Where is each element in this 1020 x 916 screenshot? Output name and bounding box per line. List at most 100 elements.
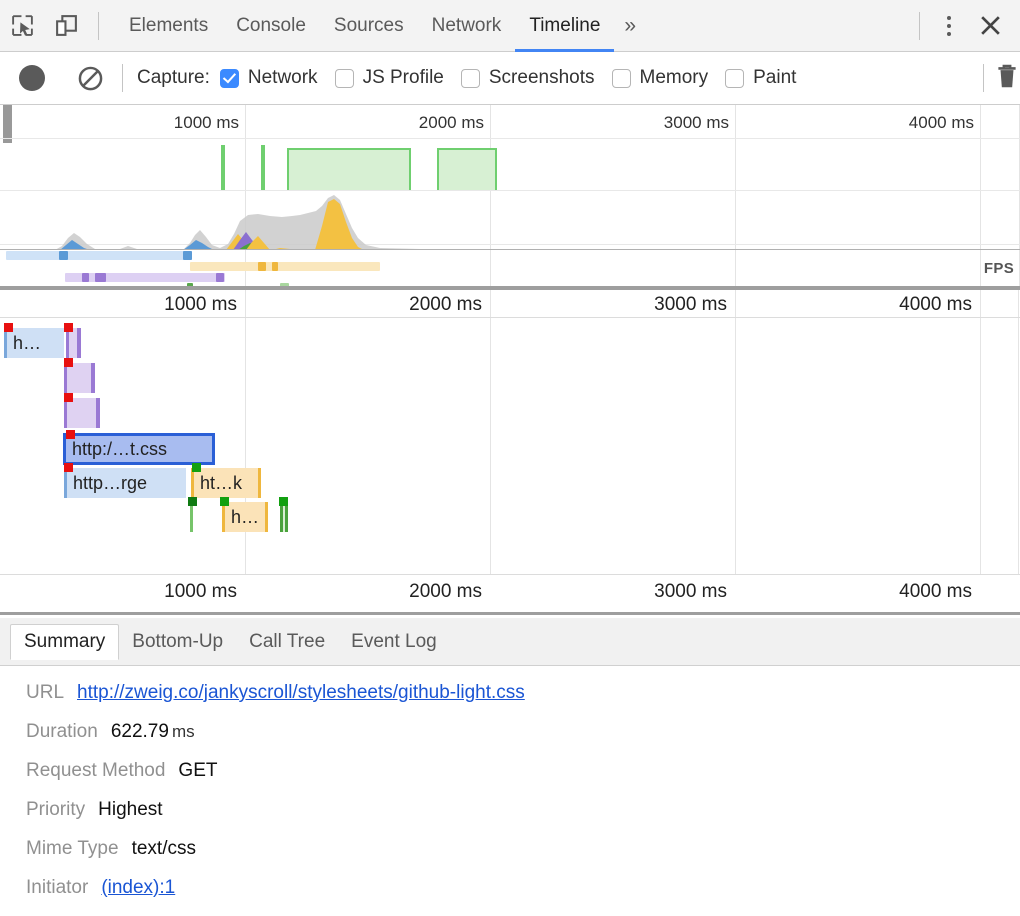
capture-option-memory[interactable]: Memory (612, 67, 709, 89)
overview-tick: 1000 ms (174, 113, 245, 133)
detail-key: Request Method (26, 760, 165, 782)
capture-option-network[interactable]: Network (220, 67, 318, 89)
tab-sources[interactable]: Sources (320, 0, 418, 52)
checkbox-memory[interactable] (612, 69, 631, 88)
tab-network[interactable]: Network (418, 0, 516, 52)
more-options-icon[interactable] (930, 4, 968, 48)
net-band-script (190, 262, 380, 271)
flamechart-event[interactable] (66, 328, 81, 358)
more-tabs-chevron-icon[interactable]: » (614, 0, 646, 52)
tab-bottom-up[interactable]: Bottom-Up (119, 625, 236, 659)
devtools-tabbar: Elements Console Sources Network Timelin… (0, 0, 1020, 52)
details-drawer: Summary Bottom-Up Call Tree Event Log UR… (0, 618, 1020, 916)
flamechart-event[interactable] (64, 398, 100, 428)
fps-frame-bar (261, 145, 265, 190)
net-band-stylesheet-body (95, 273, 106, 282)
close-icon[interactable] (968, 4, 1012, 48)
flamechart-event[interactable]: h… (4, 328, 64, 358)
clear-no-entry-icon[interactable] (68, 56, 112, 100)
capture-label: Capture: (137, 67, 210, 89)
flamechart-event-label: http:/…t.css (66, 439, 167, 460)
flamechart-gridline (735, 290, 736, 615)
flamechart-tick: 4000 ms (899, 294, 980, 316)
device-toolbar-icon[interactable] (44, 4, 88, 48)
overview-tick: 3000 ms (664, 113, 735, 133)
capture-option-js-profile-label: JS Profile (363, 67, 444, 89)
capture-option-paint[interactable]: Paint (725, 67, 796, 89)
flamechart-tick: 4000 ms (899, 581, 980, 603)
event-warning-marker (4, 323, 13, 332)
flamechart-event-label: http…rge (67, 473, 147, 494)
net-band-document-body (59, 251, 68, 260)
detail-value-url-link[interactable]: http://zweig.co/jankyscroll/stylesheets/… (77, 682, 525, 704)
capture-divider-right (983, 64, 984, 92)
flamechart-thin-event[interactable] (280, 502, 288, 532)
inspect-cursor-icon[interactable] (0, 4, 44, 48)
checkbox-screenshots[interactable] (461, 69, 480, 88)
event-ok-marker (220, 497, 229, 506)
tab-call-tree[interactable]: Call Tree (236, 625, 338, 659)
flamechart-event-selected[interactable]: http:/…t.css (63, 433, 215, 465)
capture-option-network-label: Network (248, 67, 318, 89)
flamechart-tick: 3000 ms (654, 294, 735, 316)
detail-row-mime-type: Mime Type text/css (26, 838, 1020, 860)
flamechart-event[interactable]: http…rge (64, 468, 186, 498)
tabbar-right-controls (909, 4, 1020, 48)
flamechart-thin-event[interactable] (190, 502, 193, 532)
toolbar-divider-right (919, 12, 920, 40)
checkbox-paint[interactable] (725, 69, 744, 88)
trash-icon[interactable] (994, 62, 1020, 95)
flamechart-gridline (245, 290, 246, 615)
net-band-document (6, 251, 192, 260)
event-warning-marker (64, 393, 73, 402)
timeline-overview[interactable]: 1000 ms 2000 ms 3000 ms 4000 ms FPS CPU (0, 105, 1020, 290)
tab-event-log[interactable]: Event Log (338, 625, 450, 659)
detail-key: Duration (26, 721, 98, 743)
flamechart-tick: 2000 ms (409, 294, 490, 316)
capture-divider (122, 64, 123, 92)
tab-timeline[interactable]: Timeline (515, 0, 614, 52)
detail-key: Priority (26, 799, 85, 821)
capture-toolbar-right (973, 62, 1020, 95)
flamechart-event-label: h… (7, 333, 41, 354)
net-band-stylesheet-end (216, 273, 224, 282)
event-warning-marker (64, 323, 73, 332)
record-circle-icon[interactable] (10, 56, 54, 100)
flamechart-event[interactable] (64, 363, 95, 393)
flamechart-event[interactable]: h… (222, 502, 268, 532)
detail-value: GET (178, 760, 217, 782)
flamechart-ruler-bottom[interactable]: 1000 ms 2000 ms 3000 ms 4000 ms (0, 574, 1020, 612)
toolbar-divider (98, 12, 99, 40)
tab-summary[interactable]: Summary (10, 624, 119, 660)
overview-lane-label-fps: FPS (984, 260, 1014, 277)
tab-elements[interactable]: Elements (115, 0, 222, 52)
event-ok-marker (188, 497, 197, 506)
overview-ruler[interactable]: 1000 ms 2000 ms 3000 ms 4000 ms (0, 105, 1020, 138)
detail-value-initiator-link[interactable]: (index):1 (101, 877, 175, 899)
fps-frames-run (287, 148, 411, 190)
flamechart-event-label: ht…k (194, 473, 242, 494)
capture-option-screenshots[interactable]: Screenshots (461, 67, 595, 89)
capture-toolbar: Capture: Network JS Profile Screenshots … (0, 52, 1020, 105)
checkbox-js-profile[interactable] (335, 69, 354, 88)
overview-tick: 2000 ms (419, 113, 490, 133)
net-band-script-end (272, 262, 278, 271)
flamechart-event[interactable]: ht…k (191, 468, 261, 498)
capture-option-paint-label: Paint (753, 67, 796, 89)
fps-frame-bar (221, 145, 225, 190)
net-band-script-body (258, 262, 266, 271)
flamechart-tick: 2000 ms (409, 581, 490, 603)
checkbox-network[interactable] (220, 69, 239, 88)
summary-details: URL http://zweig.co/jankyscroll/styleshe… (0, 666, 1020, 899)
overview-lane-divider (0, 138, 1020, 139)
flamechart-ruler-top[interactable]: 1000 ms 2000 ms 3000 ms 4000 ms (0, 290, 1020, 318)
timeline-flamechart[interactable]: 1000 ms 2000 ms 3000 ms 4000 ms h… http:… (0, 290, 1020, 615)
flamechart-tick: 1000 ms (164, 294, 245, 316)
capture-option-js-profile[interactable]: JS Profile (335, 67, 444, 89)
tab-console[interactable]: Console (222, 0, 320, 52)
detail-row-initiator: Initiator (index):1 (26, 877, 1020, 899)
event-ok-marker (192, 463, 201, 472)
flamechart-event-label: h… (225, 507, 259, 528)
detail-key: URL (26, 682, 64, 704)
detail-row-duration: Duration 622.79ms (26, 721, 1020, 743)
